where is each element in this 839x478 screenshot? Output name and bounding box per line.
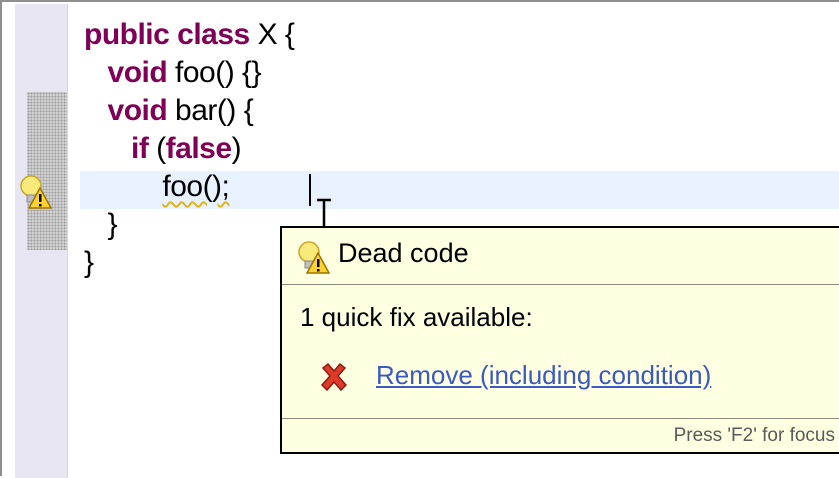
keyword: false xyxy=(165,132,232,165)
keyword: void xyxy=(107,94,168,127)
red-x-icon xyxy=(320,362,348,392)
code-line-4[interactable]: if (false) xyxy=(84,130,242,168)
ruler-range-indicator xyxy=(27,92,67,250)
quickfix-hover-popup[interactable]: Dead code 1 quick fix available: Remove … xyxy=(280,226,839,454)
text-caret xyxy=(309,174,311,206)
code-line-3[interactable]: void bar() { xyxy=(84,92,254,130)
quickfix-item[interactable]: Remove (including condition) xyxy=(318,358,818,398)
keyword: void xyxy=(107,56,168,89)
code-line-2[interactable]: void foo() {} xyxy=(84,54,262,92)
focus-hint-text: Press 'F2' for focus xyxy=(673,425,835,446)
lightbulb-warning-icon xyxy=(298,241,330,274)
keyword: public class xyxy=(84,18,250,51)
code-line-6[interactable]: } xyxy=(84,206,118,244)
code-line-1[interactable]: public class X { xyxy=(84,16,295,54)
keyword: if xyxy=(131,132,149,165)
problem-title: Dead code xyxy=(338,238,469,268)
dead-code-span[interactable]: foo(); xyxy=(162,170,230,203)
vertical-ruler[interactable] xyxy=(15,4,68,478)
remove-including-condition-link[interactable]: Remove (including condition) xyxy=(376,360,711,391)
popup-status-bar: Press 'F2' for focus xyxy=(282,418,839,454)
popup-header: Dead code xyxy=(282,228,839,285)
code-line-5[interactable]: foo(); xyxy=(84,168,230,206)
code-line-7[interactable]: } xyxy=(84,244,94,282)
code-editor[interactable]: public class X { void foo() {} void bar(… xyxy=(0,0,839,478)
lightbulb-warning-icon[interactable] xyxy=(18,174,52,210)
quickfix-count-label: 1 quick fix available: xyxy=(300,302,533,332)
